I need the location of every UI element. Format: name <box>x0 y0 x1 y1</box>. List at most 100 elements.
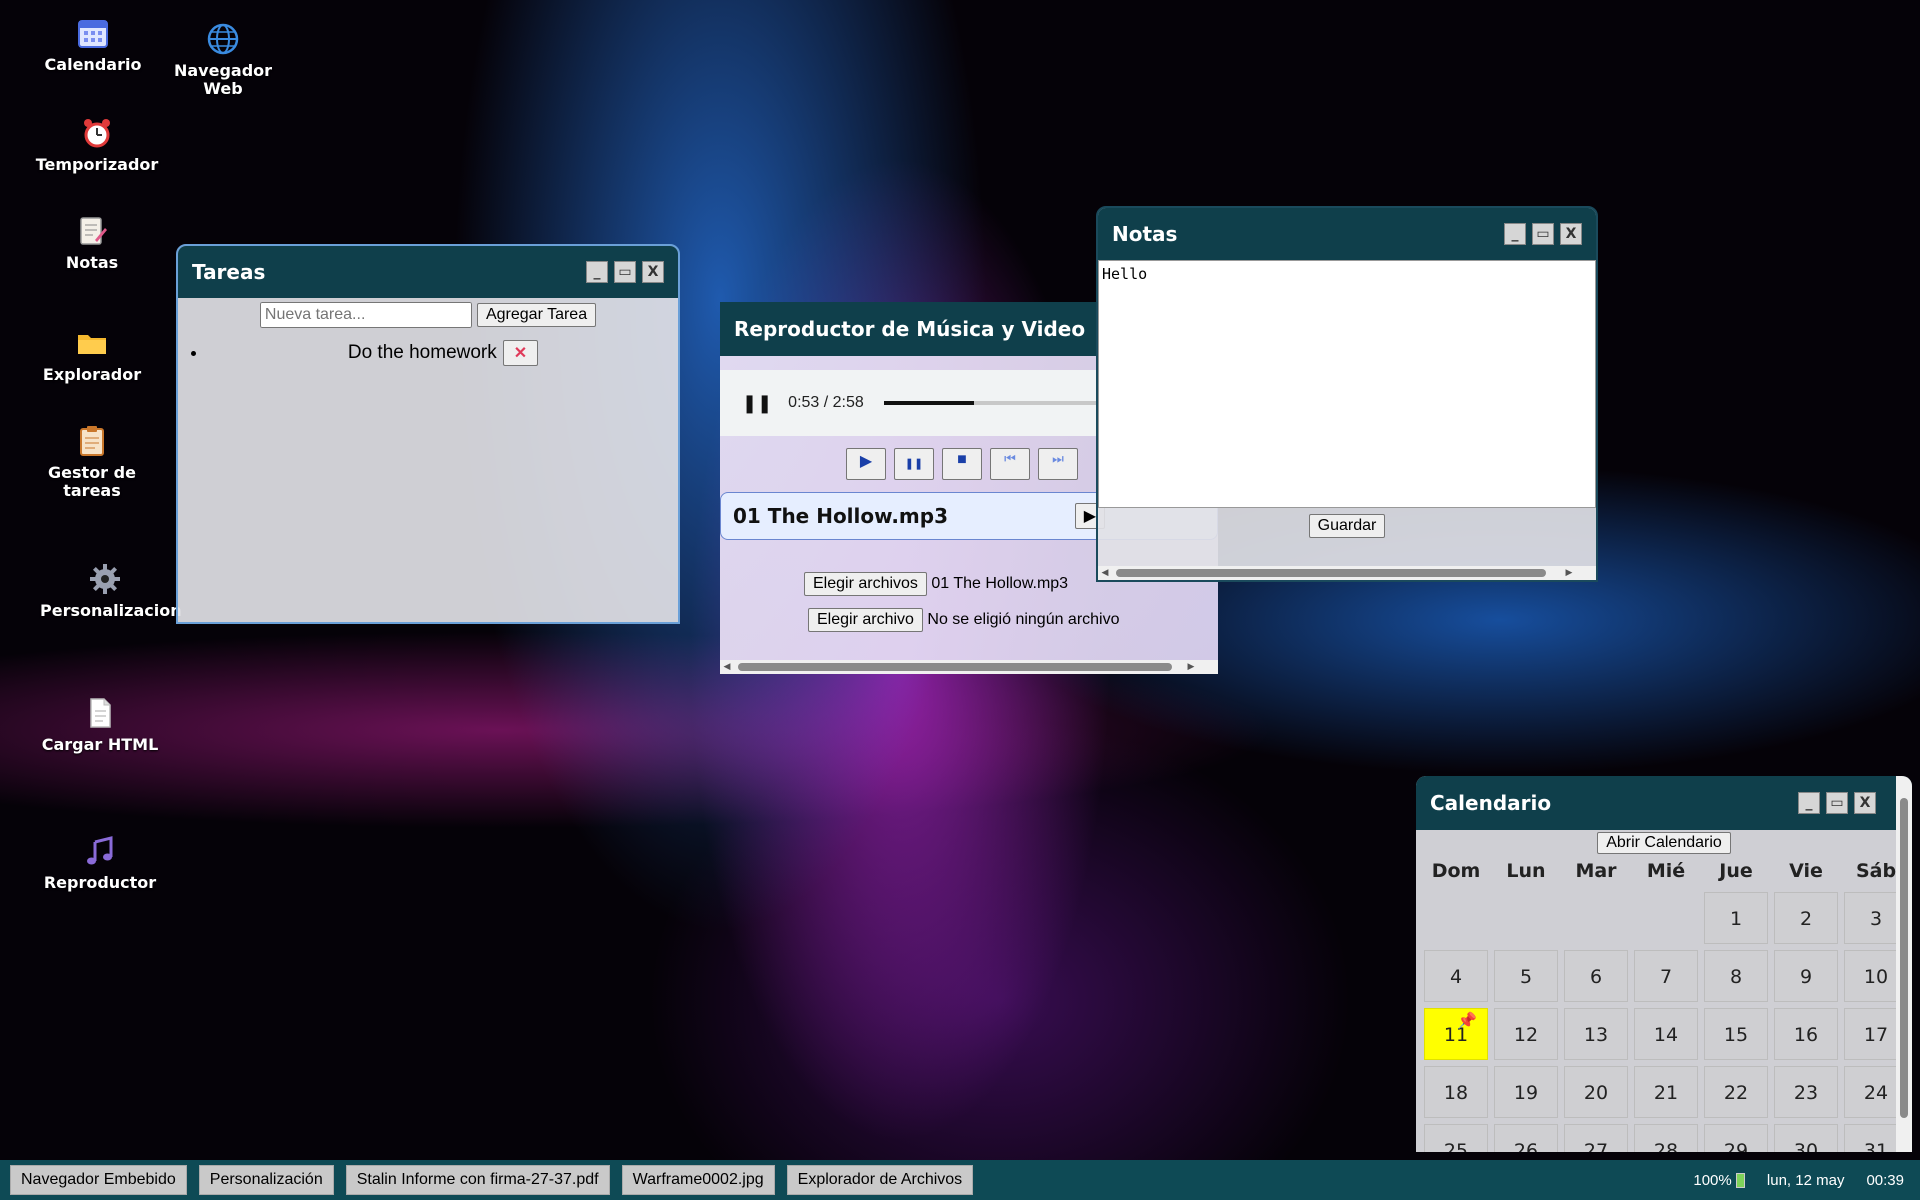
calendar-day[interactable]: 28 <box>1634 1124 1698 1152</box>
choose-files-button[interactable]: Elegir archivos <box>804 572 927 596</box>
calendar-day[interactable]: 22 <box>1704 1066 1768 1118</box>
calendar-day[interactable]: 8 <box>1704 950 1768 1002</box>
calendar-day[interactable]: 30 <box>1774 1124 1838 1152</box>
pause-icon[interactable]: ❚❚ <box>742 393 772 414</box>
notepad-icon <box>80 217 107 245</box>
document-icon <box>90 698 111 728</box>
calendar-day[interactable]: 27 <box>1564 1124 1628 1152</box>
desktop-icon-label: Cargar HTML <box>41 735 159 754</box>
close-button[interactable]: X <box>1560 223 1582 245</box>
new-task-input[interactable] <box>259 302 472 328</box>
scroll-right-icon[interactable]: ▶ <box>1184 662 1198 672</box>
desktop-icon-label: Notas <box>65 253 119 272</box>
desktop-icon-temporizador[interactable]: Temporizador <box>32 116 162 174</box>
task-text: Do the homework <box>347 342 497 363</box>
scrollbar-thumb[interactable] <box>1116 569 1546 577</box>
scrollbar-thumb[interactable] <box>738 663 1172 671</box>
calendar-day[interactable]: 23 <box>1774 1066 1838 1118</box>
pause-button[interactable]: ❚❚ <box>894 448 934 480</box>
calendar-day[interactable]: 19 <box>1494 1066 1558 1118</box>
taskbar-item-pdf[interactable]: Stalin Informe con firma-27-37.pdf <box>345 1165 610 1195</box>
calendar-day[interactable]: 21 <box>1634 1066 1698 1118</box>
calendar-day[interactable]: 29 <box>1704 1124 1768 1152</box>
tareas-window: Tareas _ ▭ X Agregar Tarea Do the homewo… <box>176 244 680 624</box>
stop-button[interactable]: ■ <box>942 448 982 480</box>
taskbar-item-explorador[interactable]: Explorador de Archivos <box>786 1165 974 1195</box>
calendar-day[interactable]: 7 <box>1634 950 1698 1002</box>
desktop-icon-label: Temporizador <box>35 155 159 174</box>
calendar-day[interactable]: 4 <box>1424 950 1488 1002</box>
time-display: 0:53 / 2:58 <box>788 394 864 411</box>
desktop-icon-reproductor[interactable]: Reproductor <box>35 834 165 892</box>
maximize-button[interactable]: ▭ <box>1826 792 1848 814</box>
desktop-icon-explorador[interactable]: Explorador <box>27 326 157 384</box>
desktop-icon-gestor-de-tareas[interactable]: Gestor de tareas <box>27 424 157 500</box>
close-button[interactable]: X <box>642 261 664 283</box>
desktop-icon-personalizacion[interactable]: Personalizacion <box>40 562 182 620</box>
calendar-day[interactable]: 9 <box>1774 950 1838 1002</box>
maximize-button[interactable]: ▭ <box>1532 223 1554 245</box>
minimize-button[interactable]: _ <box>1504 223 1526 245</box>
calendar-day[interactable]: 26 <box>1494 1124 1558 1152</box>
scroll-left-icon[interactable]: ◀ <box>1098 568 1112 578</box>
open-calendar-button[interactable]: Abrir Calendario <box>1597 832 1731 854</box>
horizontal-scrollbar[interactable]: ◀ ▶ <box>1098 566 1596 580</box>
calendar-day[interactable]: 25 <box>1424 1124 1488 1152</box>
vertical-scrollbar[interactable] <box>1896 776 1912 1152</box>
calendar-day[interactable]: 1 <box>1704 892 1768 944</box>
calendar-day[interactable]: 13 <box>1564 1008 1628 1060</box>
task-item: Do the homework ✕ <box>208 340 678 366</box>
scroll-right-icon[interactable]: ▶ <box>1562 568 1576 578</box>
delete-task-button[interactable]: ✕ <box>502 340 539 366</box>
alarm-clock-icon <box>84 119 110 148</box>
weekday-header: Jue <box>1719 860 1753 882</box>
calendar-day-today[interactable]: 11 📌 <box>1424 1008 1488 1060</box>
close-button[interactable]: X <box>1854 792 1876 814</box>
calendar-day[interactable]: 6 <box>1564 950 1628 1002</box>
weekday-header: Mié <box>1646 860 1686 882</box>
calendar-empty-cell <box>1424 892 1488 944</box>
taskbar-item-image[interactable]: Warframe0002.jpg <box>621 1165 775 1195</box>
calendar-day[interactable]: 14 <box>1634 1008 1698 1060</box>
desktop-icon-navegador-web[interactable]: Navegador Web <box>158 22 288 98</box>
weekday-header: Mar <box>1575 860 1617 882</box>
desktop-icon-notas[interactable]: Notas <box>27 214 157 272</box>
no-file-text: No se eligió ningún archivo <box>927 611 1120 628</box>
desktop-icon-calendario[interactable]: Calendario <box>28 16 158 74</box>
maximize-button[interactable]: ▭ <box>614 261 636 283</box>
calendar-day[interactable]: 18 <box>1424 1066 1488 1118</box>
calendar-icon <box>78 20 108 48</box>
add-task-button[interactable]: Agregar Tarea <box>476 303 597 327</box>
calendario-titlebar[interactable]: Calendario _ ▭ X <box>1416 776 1912 830</box>
calendar-day[interactable]: 12 <box>1494 1008 1558 1060</box>
calendar-empty-cell <box>1634 892 1698 944</box>
scroll-left-icon[interactable]: ◀ <box>720 662 734 672</box>
calendar-day[interactable]: 20 <box>1564 1066 1628 1118</box>
notes-textarea[interactable]: Hello <box>1098 260 1596 508</box>
desktop-icon-cargar-html[interactable]: Cargar HTML <box>35 696 165 754</box>
taskbar-item-personalizacion[interactable]: Personalización <box>198 1165 334 1195</box>
track-name: 01 The Hollow.mp3 <box>733 504 948 528</box>
choose-file-button[interactable]: Elegir archivo <box>808 608 923 632</box>
globe-icon <box>207 23 239 55</box>
previous-button[interactable]: ⏮ <box>990 448 1030 480</box>
minimize-button[interactable]: _ <box>586 261 608 283</box>
scrollbar-thumb[interactable] <box>1900 798 1908 1118</box>
calendar-day[interactable]: 5 <box>1494 950 1558 1002</box>
play-button[interactable]: ▶ <box>846 448 886 480</box>
minimize-button[interactable]: _ <box>1798 792 1820 814</box>
next-button[interactable]: ⏭ <box>1038 448 1078 480</box>
notas-titlebar[interactable]: Notas _ ▭ X <box>1098 208 1596 260</box>
calendar-day[interactable]: 15 <box>1704 1008 1768 1060</box>
weekday-header: Lun <box>1506 860 1546 882</box>
calendar-day[interactable]: 2 <box>1774 892 1838 944</box>
tareas-titlebar[interactable]: Tareas _ ▭ X <box>178 246 678 298</box>
desktop-icon-label: Navegador Web <box>173 61 273 98</box>
taskbar-item-navegador-embebido[interactable]: Navegador Embebido <box>10 1165 187 1195</box>
seek-progress <box>883 401 974 405</box>
calendar-day[interactable]: 16 <box>1774 1008 1838 1060</box>
save-button[interactable]: Guardar <box>1308 514 1386 538</box>
desktop-icon-label: Explorador <box>42 365 142 384</box>
horizontal-scrollbar[interactable]: ◀ ▶ <box>720 660 1218 674</box>
weekday-header: Vie <box>1789 860 1823 882</box>
